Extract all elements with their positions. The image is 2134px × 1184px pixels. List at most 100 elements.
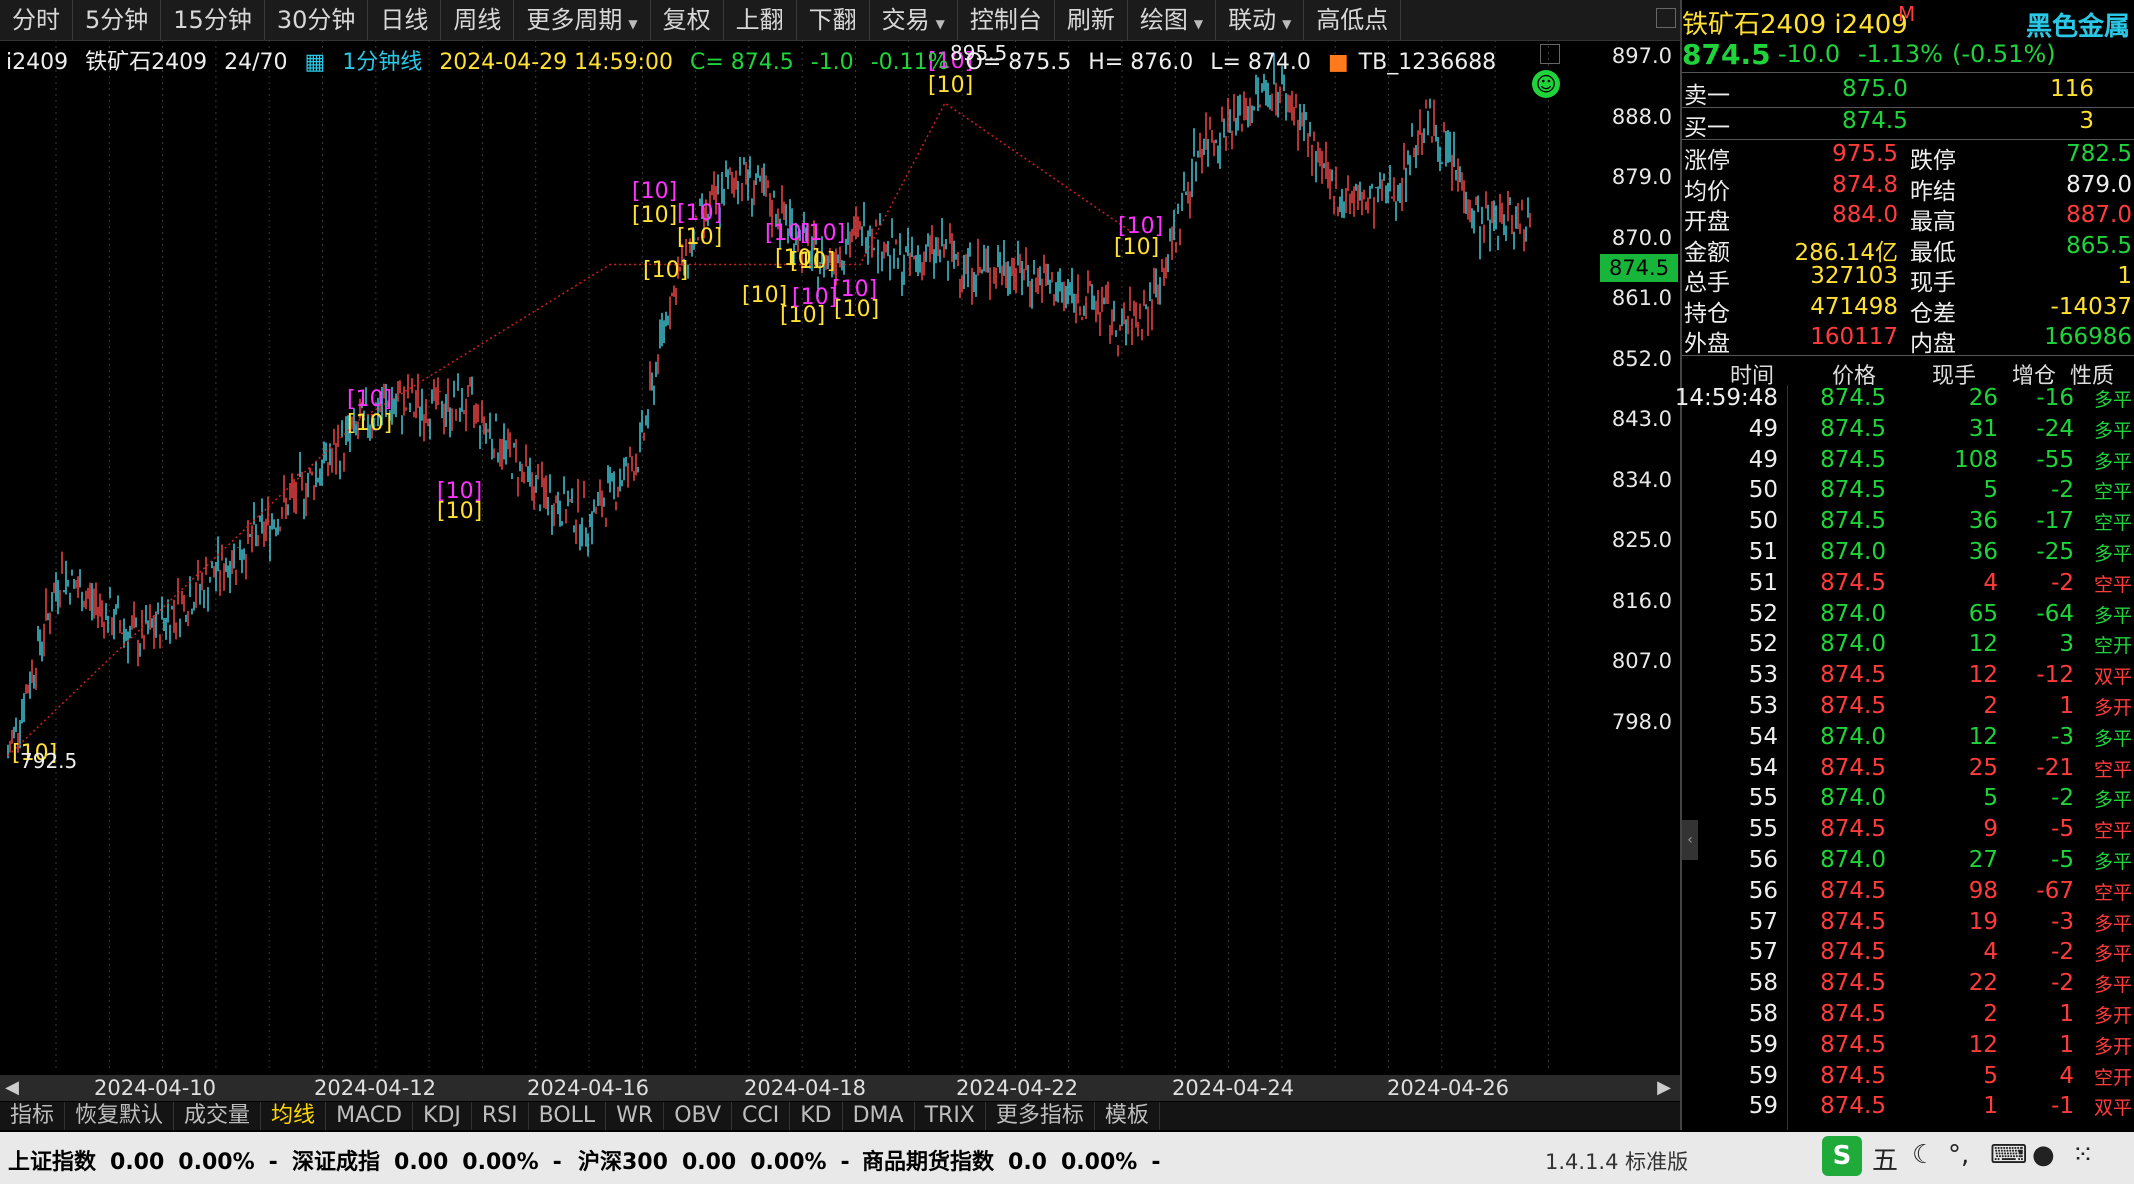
toolbar-item-14[interactable]: 联动 ▼ bbox=[1216, 0, 1305, 40]
tick-row[interactable]: 57 874.5 19 -3 多平 bbox=[1682, 909, 2134, 940]
indicator-tab[interactable]: TRIX bbox=[915, 1102, 986, 1130]
user-icon[interactable]: ● bbox=[2032, 1140, 2055, 1170]
indicator-tab[interactable]: 指标 bbox=[0, 1102, 66, 1130]
status-index-dash: - bbox=[840, 1150, 850, 1175]
quote-stat-row: 持仓 471498 仓差 -14037 bbox=[1682, 294, 2134, 327]
toolbar-item-3[interactable]: 30分钟 bbox=[265, 0, 369, 40]
indicator-tab[interactable]: DMA bbox=[843, 1102, 915, 1130]
kline-chart-canvas[interactable]: [10][10][10][10][10][10][10][10][10][10]… bbox=[0, 40, 1600, 1070]
tick-type: 双平 bbox=[2093, 666, 2132, 689]
indicator-tab[interactable]: KDJ bbox=[413, 1102, 472, 1130]
toolbar-item-label: 分时 bbox=[12, 6, 60, 34]
tick-row[interactable]: 50 874.5 36 -17 空平 bbox=[1682, 508, 2134, 539]
tick-row[interactable]: 56 874.0 27 -5 多平 bbox=[1682, 847, 2134, 878]
grid-icon[interactable]: ▦ bbox=[305, 50, 326, 75]
indicator-tab[interactable]: 均线 bbox=[261, 1102, 327, 1130]
indicator-tab[interactable]: CCI bbox=[732, 1102, 791, 1130]
indicator-tab[interactable]: 更多指标 bbox=[986, 1102, 1095, 1130]
status-index[interactable]: 深证成指 0.00 0.00% - bbox=[292, 1144, 576, 1176]
tick-row[interactable]: 52 874.0 12 3 空开 bbox=[1682, 631, 2134, 662]
keyboard-icon[interactable]: ⌨ bbox=[1990, 1140, 2028, 1170]
toolbar-item-label: 联动 bbox=[1228, 6, 1277, 34]
kline-chart[interactable]: [10] [10] [10] [10] [10] [10] [10] [10] [10] [10]… bbox=[0, 40, 1600, 1070]
toolbar-item-8[interactable]: 上翻 bbox=[724, 0, 797, 40]
toolbar-item-11[interactable]: 控制台 bbox=[958, 0, 1055, 40]
indicator-tab[interactable]: MACD bbox=[326, 1102, 414, 1130]
quote-stat-row: 金额 286.14亿 最低 865.5 bbox=[1682, 233, 2134, 266]
indicator-tab[interactable]: RSI bbox=[472, 1102, 529, 1130]
tick-row[interactable]: 55 874.0 5 -2 多平 bbox=[1682, 785, 2134, 816]
indicator-tab[interactable]: 模板 bbox=[1095, 1102, 1160, 1130]
smiley-icon[interactable]: ☺ bbox=[1532, 70, 1560, 98]
y-tick-label: 861.0 bbox=[1611, 286, 1672, 311]
tick-row[interactable]: 49 874.5 108 -55 多平 bbox=[1682, 447, 2134, 478]
tick-row[interactable]: 49 874.5 31 -24 多平 bbox=[1682, 416, 2134, 447]
status-index[interactable]: 上证指数 0.00 0.00% - bbox=[8, 1144, 292, 1176]
toolbar-item-9[interactable]: 下翻 bbox=[797, 0, 870, 40]
scroll-left-icon[interactable]: ◀ bbox=[0, 1075, 24, 1101]
indicator-tab[interactable]: OBV bbox=[664, 1102, 733, 1130]
info-period[interactable]: 1分钟线 bbox=[342, 50, 422, 75]
punct-icon[interactable]: °, bbox=[1948, 1140, 1969, 1170]
tick-row[interactable]: 54 874.0 12 -3 多平 bbox=[1682, 724, 2134, 755]
moon-icon[interactable]: ☾ bbox=[1912, 1140, 1935, 1170]
toolbar-item-7[interactable]: 复权 bbox=[651, 0, 724, 40]
tick-row[interactable]: 53 874.5 2 1 多开 bbox=[1682, 693, 2134, 724]
chevron-down-icon: ▼ bbox=[628, 17, 638, 31]
tick-price: 874.0 bbox=[1820, 631, 1886, 658]
toolbar-item-10[interactable]: 交易 ▼ bbox=[870, 0, 958, 40]
status-index[interactable]: 商品期货指数 0.0 0.00% - bbox=[862, 1144, 1174, 1176]
toolbar-item-0[interactable]: 分时 bbox=[0, 0, 73, 40]
panel-toggle-icon[interactable] bbox=[1656, 8, 1676, 28]
tick-price: 874.5 bbox=[1820, 816, 1886, 843]
tick-row[interactable]: 55 874.5 9 -5 空平 bbox=[1682, 816, 2134, 847]
tick-row[interactable]: 58 874.5 22 -2 多平 bbox=[1682, 970, 2134, 1001]
tick-row[interactable]: 53 874.5 12 -12 双平 bbox=[1682, 662, 2134, 693]
tick-row[interactable]: 58 874.5 2 1 多开 bbox=[1682, 1001, 2134, 1032]
tick-row[interactable]: 59 874.5 12 1 多开 bbox=[1682, 1032, 2134, 1063]
toolbar-item-13[interactable]: 绘图 ▼ bbox=[1128, 0, 1217, 40]
tick-row[interactable]: 59 874.5 5 4 空开 bbox=[1682, 1063, 2134, 1094]
status-index[interactable]: 沪深300 0.00 0.00% - bbox=[578, 1144, 864, 1176]
signal-marker: [10] bbox=[643, 258, 688, 283]
toolbar-item-1[interactable]: 5分钟 bbox=[73, 0, 162, 40]
stat-label: 持仓 bbox=[1684, 300, 1730, 327]
tick-row[interactable]: 56 874.5 98 -67 空平 bbox=[1682, 878, 2134, 909]
tick-row[interactable]: 51 874.5 4 -2 空平 bbox=[1682, 570, 2134, 601]
grid-dots-icon[interactable]: ⁙ bbox=[2072, 1140, 2094, 1170]
indicator-tab[interactable]: 恢复默认 bbox=[65, 1102, 175, 1130]
toolbar-item-15[interactable]: 高低点 bbox=[1304, 0, 1402, 40]
tick-row[interactable]: 59 874.5 1 -1 双平 bbox=[1682, 1093, 2134, 1124]
sogou-ime-icon[interactable]: S bbox=[1822, 1136, 1862, 1176]
tick-row[interactable]: 50 874.5 5 -2 空平 bbox=[1682, 477, 2134, 508]
toolbar-item-12[interactable]: 刷新 bbox=[1055, 0, 1128, 40]
toolbar-item-4[interactable]: 日线 bbox=[368, 0, 442, 40]
tick-row[interactable]: 51 874.0 36 -25 多平 bbox=[1682, 539, 2134, 570]
stat-label: 昨结 bbox=[1910, 178, 1956, 205]
indicator-tab[interactable]: 成交量 bbox=[174, 1102, 262, 1130]
tick-time: 58 bbox=[1748, 1001, 1778, 1027]
tick-type: 空平 bbox=[2093, 573, 2132, 596]
toolbar-item-2[interactable]: 15分钟 bbox=[161, 0, 265, 40]
tick-row[interactable]: 14:59:48 874.5 26 -16 多平 bbox=[1675, 385, 2134, 416]
panel-collapse-icon[interactable]: ‹ bbox=[1682, 820, 1698, 860]
tick-row[interactable]: 57 874.5 4 -2 多平 bbox=[1682, 939, 2134, 970]
tick-row[interactable]: 54 874.5 25 -21 空平 bbox=[1682, 755, 2134, 786]
tick-time: 53 bbox=[1748, 693, 1778, 719]
indicator-tab[interactable]: BOLL bbox=[529, 1102, 607, 1130]
tick-row[interactable]: 52 874.0 65 -64 多平 bbox=[1682, 601, 2134, 632]
tick-oi-change: -24 bbox=[2036, 415, 2074, 442]
minimize-box-icon[interactable] bbox=[1540, 44, 1560, 64]
tick-type: 空平 bbox=[2093, 512, 2132, 535]
toolbar-item-5[interactable]: 周线 bbox=[441, 0, 515, 40]
ime-mode[interactable]: 五 bbox=[1872, 1140, 1898, 1177]
toolbar-item-6[interactable]: 更多周期 ▼ bbox=[514, 0, 651, 40]
status-index-pct: 0.00% bbox=[750, 1150, 827, 1175]
time-axis-scrollbar[interactable]: 2024-04-10 2024-04-12 2024-04-16 2024-04-18… bbox=[0, 1075, 1680, 1101]
scroll-right-icon[interactable]: ▶ bbox=[1652, 1075, 1676, 1101]
indicator-tab[interactable]: WR bbox=[606, 1102, 665, 1130]
tick-time: 57 bbox=[1748, 908, 1778, 935]
indicator-tab[interactable]: KD bbox=[790, 1102, 843, 1130]
tick-oi-change: -16 bbox=[2036, 385, 2074, 411]
y-tick-label: 843.0 bbox=[1611, 407, 1672, 432]
